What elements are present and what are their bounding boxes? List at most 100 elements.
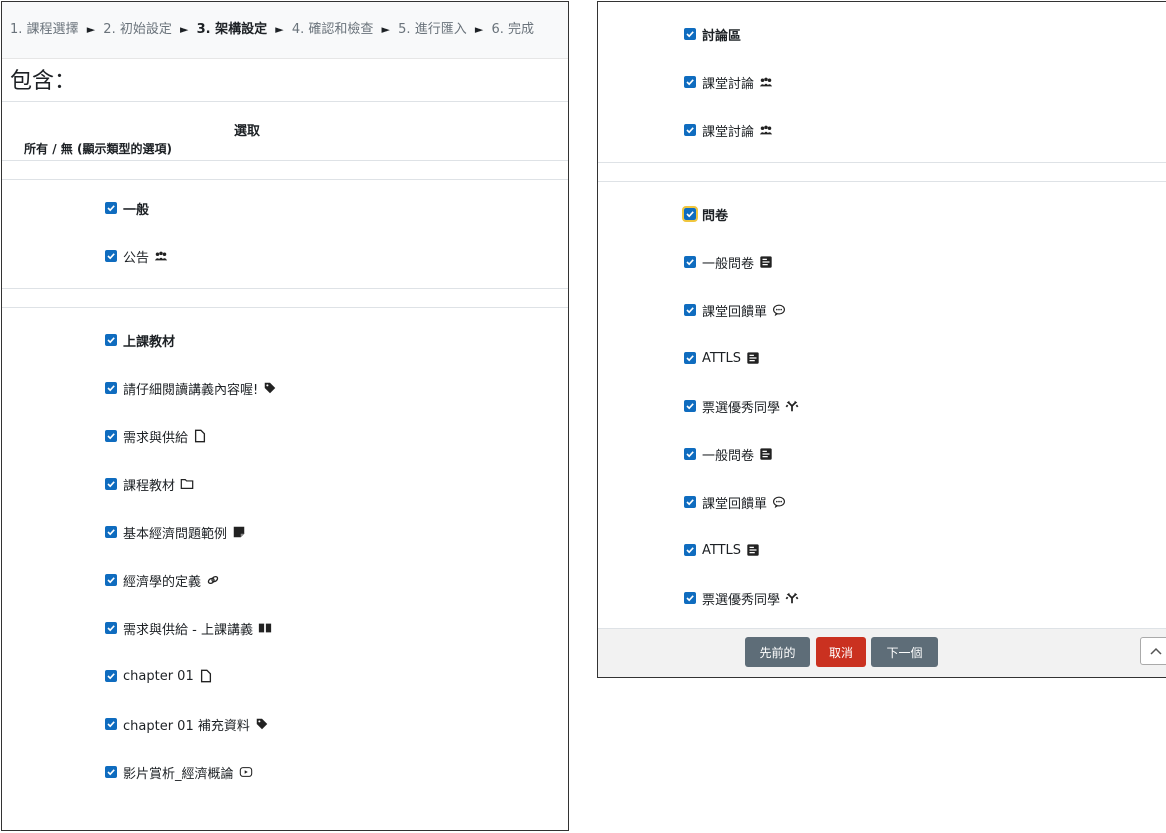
activity-label: 需求與供給 bbox=[123, 430, 189, 446]
activity-checkbox[interactable] bbox=[105, 622, 117, 634]
select-none-link[interactable]: 無 bbox=[61, 142, 73, 156]
section-label: 討論區 bbox=[702, 28, 742, 44]
check-icon bbox=[107, 529, 115, 536]
activity-label: 影片賞析_經濟概論 bbox=[123, 766, 234, 782]
book-icon bbox=[258, 621, 272, 635]
activity-label: 一般問卷 bbox=[702, 448, 755, 464]
check-icon bbox=[686, 403, 694, 410]
activity-label: ATTLS bbox=[702, 350, 742, 366]
activity-checkbox-row[interactable]: 課堂回饋單 bbox=[598, 478, 1166, 526]
activity-label: 課堂回饋單 bbox=[702, 496, 768, 512]
activity-checkbox[interactable] bbox=[684, 544, 696, 556]
section-divider bbox=[2, 288, 568, 308]
survey-icon bbox=[746, 351, 760, 365]
show-type-options-link[interactable]: (顯示類型的選項) bbox=[77, 142, 172, 156]
activity-checkbox-row[interactable]: 公告 bbox=[2, 232, 568, 280]
check-icon bbox=[686, 259, 694, 266]
activity-checkbox-row[interactable]: ATTLS bbox=[598, 334, 1166, 382]
check-icon bbox=[686, 211, 694, 218]
section-divider bbox=[598, 162, 1166, 182]
activity-checkbox-row[interactable]: 課堂回饋單 bbox=[598, 286, 1166, 334]
activity-checkbox[interactable] bbox=[684, 124, 696, 136]
activity-checkbox[interactable] bbox=[105, 382, 117, 394]
activity-checkbox-row[interactable]: 需求與供給 bbox=[2, 412, 568, 460]
activity-checkbox-row[interactable]: 課堂討論 bbox=[598, 106, 1166, 154]
activity-checkbox-row[interactable]: ATTLS bbox=[598, 526, 1166, 574]
breadcrumb-separator-icon: ► bbox=[179, 23, 189, 36]
activity-label: 課程教材 bbox=[123, 478, 176, 494]
breadcrumb-step-1: 1. 課程選擇 bbox=[10, 22, 79, 37]
activity-checkbox[interactable] bbox=[105, 478, 117, 490]
scroll-to-top-button[interactable] bbox=[1140, 637, 1166, 665]
feedback-icon bbox=[772, 495, 786, 509]
activity-checkbox[interactable] bbox=[105, 766, 117, 778]
section-checkbox[interactable] bbox=[684, 28, 696, 40]
activity-checkbox[interactable] bbox=[684, 256, 696, 268]
check-icon bbox=[686, 307, 694, 314]
survey-icon bbox=[759, 447, 773, 461]
activity-checkbox-row[interactable]: 一般問卷 bbox=[598, 430, 1166, 478]
activity-checkbox[interactable] bbox=[684, 76, 696, 88]
activity-checkbox[interactable] bbox=[684, 448, 696, 460]
breadcrumb-step-2: 2. 初始設定 bbox=[103, 22, 172, 37]
activity-checkbox-row[interactable]: 影片賞析_經濟概論 bbox=[2, 748, 568, 796]
activity-checkbox-row[interactable]: 請仔細閱讀講義內容喔! bbox=[2, 364, 568, 412]
activity-checkbox[interactable] bbox=[105, 526, 117, 538]
activity-label: 票選優秀同學 bbox=[702, 592, 781, 608]
section-checkbox-row[interactable]: 問卷 bbox=[598, 190, 1166, 238]
section-label: 一般 bbox=[123, 202, 150, 218]
activity-checkbox[interactable] bbox=[684, 400, 696, 412]
activity-checkbox-row[interactable]: 經濟學的定義 bbox=[2, 556, 568, 604]
check-icon bbox=[686, 451, 694, 458]
section-checkbox[interactable] bbox=[105, 334, 117, 346]
divider bbox=[2, 161, 568, 180]
folder-icon bbox=[180, 477, 194, 491]
activity-checkbox-row[interactable]: 基本經濟問題範例 bbox=[2, 508, 568, 556]
select-header: 選取 所有 / 無 (顯示類型的選項) bbox=[2, 102, 568, 161]
choice-icon bbox=[785, 591, 799, 605]
activity-checkbox[interactable] bbox=[105, 430, 117, 442]
activity-checkbox[interactable] bbox=[105, 718, 117, 730]
activity-checkbox-row[interactable]: 一般問卷 bbox=[598, 238, 1166, 286]
breadcrumb-step-5: 5. 進行匯入 bbox=[398, 22, 467, 37]
check-icon bbox=[686, 595, 694, 602]
check-icon bbox=[107, 481, 115, 488]
check-icon bbox=[107, 577, 115, 584]
activity-label: 票選優秀同學 bbox=[702, 400, 781, 416]
breadcrumb: 1. 課程選擇 ► 2. 初始設定 ► 3. 架構設定 ► 4. 確認和檢查 ►… bbox=[2, 2, 568, 59]
forum-icon bbox=[154, 249, 168, 263]
previous-button[interactable]: 先前的 bbox=[745, 637, 810, 667]
activity-label: 課堂回饋單 bbox=[702, 304, 768, 320]
feedback-icon bbox=[772, 303, 786, 317]
activity-checkbox[interactable] bbox=[105, 574, 117, 586]
activity-checkbox[interactable] bbox=[684, 352, 696, 364]
note-icon bbox=[232, 525, 246, 539]
section-checkbox[interactable] bbox=[105, 202, 117, 214]
forum-icon bbox=[759, 75, 773, 89]
next-button[interactable]: 下一個 bbox=[871, 637, 938, 667]
activity-checkbox[interactable] bbox=[105, 250, 117, 262]
section-checkbox-row[interactable]: 討論區 bbox=[598, 10, 1166, 58]
activity-checkbox[interactable] bbox=[684, 496, 696, 508]
section-checkbox-row[interactable]: 一般 bbox=[2, 184, 568, 232]
check-icon bbox=[686, 31, 694, 38]
activity-checkbox-row[interactable]: 需求與供給 - 上課講義 bbox=[2, 604, 568, 652]
cancel-button[interactable]: 取消 bbox=[816, 637, 866, 667]
activity-checkbox[interactable] bbox=[684, 304, 696, 316]
choice-icon bbox=[785, 399, 799, 413]
activity-label: 一般問卷 bbox=[702, 256, 755, 272]
section-checkbox[interactable] bbox=[682, 206, 698, 222]
activity-checkbox[interactable] bbox=[105, 670, 117, 682]
check-icon bbox=[107, 721, 115, 728]
activity-checkbox[interactable] bbox=[684, 592, 696, 604]
activity-checkbox-row[interactable]: 票選優秀同學 bbox=[598, 574, 1166, 622]
select-all-link[interactable]: 所有 bbox=[24, 142, 48, 156]
breadcrumb-separator-icon: ► bbox=[86, 23, 96, 36]
activity-checkbox-row[interactable]: 課程教材 bbox=[2, 460, 568, 508]
activity-checkbox-row[interactable]: 課堂討論 bbox=[598, 58, 1166, 106]
activity-checkbox-row[interactable]: chapter 01 bbox=[2, 652, 568, 700]
activity-checkbox-row[interactable]: 票選優秀同學 bbox=[598, 382, 1166, 430]
section-checkbox-row[interactable]: 上課教材 bbox=[2, 316, 568, 364]
activity-checkbox-row[interactable]: chapter 01 補充資料 bbox=[2, 700, 568, 748]
activity-label: 公告 bbox=[123, 250, 150, 266]
